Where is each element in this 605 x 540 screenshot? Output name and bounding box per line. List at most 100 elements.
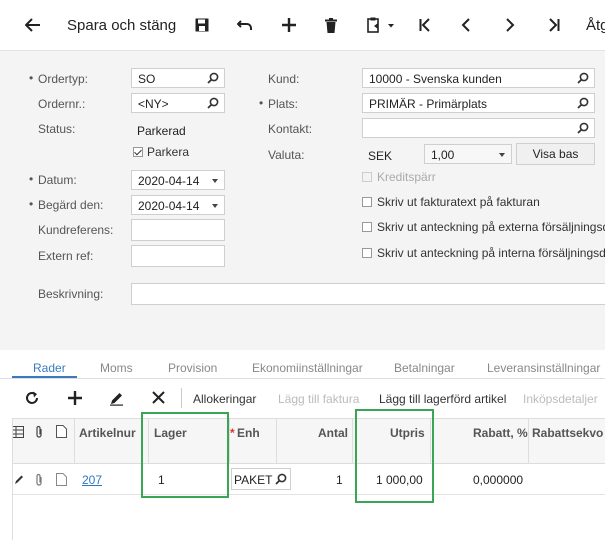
enh-value: PAKET: [234, 473, 273, 487]
row-edit-icon[interactable]: [14, 474, 24, 488]
fakturatext-checkbox[interactable]: [362, 197, 372, 207]
undo-icon[interactable]: [234, 13, 256, 37]
plats-label: Plats:: [259, 96, 298, 111]
valuta-rate-select[interactable]: 1,00: [424, 144, 512, 164]
chevron-down-icon[interactable]: [212, 204, 218, 208]
search-icon[interactable]: [577, 122, 589, 137]
save-and-close-button[interactable]: Spara och stäng: [67, 17, 176, 34]
begard-value: 2020-04-14: [138, 199, 200, 213]
search-icon[interactable]: [275, 473, 287, 488]
purchase-details-button: Inköpsdetaljer: [523, 392, 598, 406]
ordertyp-value: SO: [138, 72, 156, 86]
valuta-rate-value: 1,00: [431, 148, 455, 162]
beskrivning-input[interactable]: [131, 283, 605, 305]
kund-value: 10000 - Svenska kunden: [369, 72, 502, 86]
tab-leveransinstallningar[interactable]: Leveransinställningar: [487, 361, 600, 375]
externref-label: Extern ref:: [38, 249, 94, 263]
col-enh[interactable]: Enh: [237, 426, 260, 440]
add-icon[interactable]: [68, 391, 82, 408]
col-artikelnummer[interactable]: Artikelnur: [79, 426, 136, 440]
refresh-icon[interactable]: [25, 391, 39, 408]
edit-icon[interactable]: [109, 391, 124, 409]
search-icon[interactable]: [207, 72, 219, 87]
next-icon[interactable]: [502, 13, 518, 37]
antal-cell[interactable]: 1: [336, 473, 343, 487]
attachment-icon[interactable]: [34, 473, 44, 490]
save-icon[interactable]: [192, 13, 212, 37]
kreditsparr-checkbox: [362, 172, 372, 182]
note-icon[interactable]: [56, 473, 67, 489]
col-divider: [229, 418, 230, 464]
kund-label: Kund:: [268, 72, 300, 86]
last-icon[interactable]: [545, 13, 563, 37]
view-base-button[interactable]: Visa bas: [516, 143, 595, 165]
col-divider: [276, 418, 277, 464]
previous-icon[interactable]: [458, 13, 474, 37]
close-icon[interactable]: [152, 391, 165, 407]
interna-checkbox[interactable]: [362, 248, 372, 258]
row-divider: [12, 494, 605, 495]
tab-provision[interactable]: Provision: [168, 361, 217, 375]
parkera-label: Parkera: [147, 145, 190, 159]
copy-paste-icon[interactable]: [364, 13, 398, 37]
main-toolbar: Spara och stäng Åtg: [0, 0, 605, 51]
rabatt-cell[interactable]: 0,000000: [473, 473, 523, 487]
tab-moms[interactable]: Moms: [100, 361, 133, 375]
toolbar-divider: [181, 388, 182, 408]
beskrivning-label: Beskrivning:: [38, 287, 104, 301]
search-icon[interactable]: [577, 72, 589, 87]
externref-input[interactable]: [131, 245, 225, 267]
externa-checkbox[interactable]: [362, 222, 372, 232]
ordertyp-field[interactable]: SO: [131, 68, 225, 88]
allokeringar-button[interactable]: Allokeringar: [193, 392, 256, 406]
ordernr-field[interactable]: <NY>: [131, 93, 225, 113]
artikel-link[interactable]: 207: [82, 473, 102, 487]
col-divider: [528, 418, 529, 464]
active-tab-indicator: [12, 376, 77, 378]
ordertyp-label: Ordertyp:: [29, 71, 88, 86]
add-stock-item-button[interactable]: Lägg till lagerförd artikel: [379, 392, 506, 406]
kontakt-label: Kontakt:: [268, 122, 313, 136]
valuta-label: Valuta:: [268, 148, 305, 162]
plats-value: PRIMÄR - Primärplats: [369, 97, 488, 111]
tab-ekonomiinstallningar[interactable]: Ekonomiinställningar: [252, 361, 363, 375]
kundreferens-input[interactable]: [131, 219, 225, 241]
kontakt-field[interactable]: [362, 118, 595, 138]
status-label: Status:: [38, 122, 76, 136]
plats-field[interactable]: PRIMÄR - Primärplats: [362, 93, 595, 113]
delete-icon[interactable]: [322, 13, 340, 37]
tab-betalningar[interactable]: Betalningar: [394, 361, 455, 375]
arrow-left-icon[interactable]: [22, 13, 44, 37]
first-icon[interactable]: [416, 13, 434, 37]
lager-column-highlight: [141, 412, 229, 498]
kund-field[interactable]: 10000 - Svenska kunden: [362, 68, 595, 88]
required-mark: *: [230, 426, 235, 440]
col-rabatt[interactable]: Rabatt, %: [473, 426, 528, 440]
datum-field[interactable]: 2020-04-14: [131, 170, 225, 190]
ordernr-label: Ordernr.:: [38, 97, 86, 111]
grid-left-border: [12, 418, 13, 540]
tab-rader[interactable]: Rader: [33, 361, 66, 375]
enh-field[interactable]: PAKET: [231, 468, 291, 490]
grid-settings-icon[interactable]: [12, 426, 24, 441]
valuta-currency: SEK: [368, 149, 393, 163]
begard-label: Begärd den:: [29, 197, 103, 212]
col-antal[interactable]: Antal: [318, 426, 348, 440]
col-divider: [74, 418, 75, 464]
utpris-column-highlight: [355, 409, 434, 503]
parkera-checkbox[interactable]: [133, 147, 143, 157]
add-icon[interactable]: [279, 13, 299, 37]
col-rabattsekvens[interactable]: Rabattsekvo: [532, 426, 603, 440]
externa-label: Skriv ut anteckning på externa försäljni…: [377, 220, 605, 234]
kreditsparr-label: Kreditspärr: [377, 170, 436, 184]
begard-field[interactable]: 2020-04-14: [131, 195, 225, 215]
col-divider: [352, 418, 353, 464]
chevron-down-icon[interactable]: [499, 153, 505, 157]
more-actions-button[interactable]: Åtg: [586, 17, 605, 34]
kundreferens-label: Kundreferens:: [38, 223, 114, 237]
attachment-icon: [34, 425, 44, 442]
chevron-down-icon[interactable]: [212, 179, 218, 183]
search-icon[interactable]: [207, 97, 219, 112]
note-icon: [56, 425, 67, 441]
search-icon[interactable]: [577, 97, 589, 112]
